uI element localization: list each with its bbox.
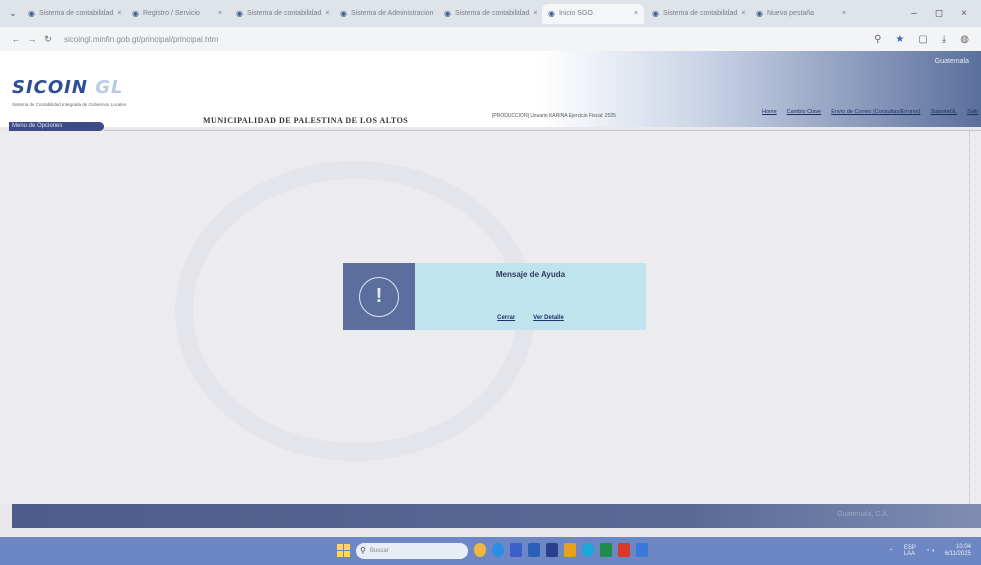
tray-chevron-icon[interactable]: ⌃	[889, 548, 894, 555]
close-tab-icon[interactable]: ×	[113, 10, 121, 17]
options-menu-button[interactable]: Menu de Opciones	[9, 122, 104, 131]
globe-icon: ◉	[444, 9, 451, 18]
globe-icon: ◉	[340, 9, 347, 18]
close-link[interactable]: Cerrar	[497, 315, 515, 321]
browser-tab[interactable]: ◉ Sistema de contabilidad ×	[438, 4, 540, 24]
tab-label: Inicio SGO	[558, 10, 593, 17]
close-tab-icon[interactable]: ×	[737, 10, 745, 17]
browser-tab-strip: ⌄ ◉ Sistema de contabilidad × ◉ Registro / …	[0, 0, 981, 27]
zoom-icon[interactable]: ⚲	[874, 34, 881, 45]
dialog-message: Existe un mensaje informativo, por favor…	[432, 283, 629, 289]
download-icon[interactable]: ⤓	[942, 34, 946, 45]
browser-app-icon[interactable]	[492, 543, 504, 557]
browser-tab[interactable]: ◉ Nueva pestaña ×	[750, 4, 852, 24]
close-tab-icon[interactable]: ×	[630, 10, 638, 17]
view-detail-link[interactable]: Ver Detalle	[533, 315, 564, 321]
bookmark-star-icon[interactable]: ★	[895, 34, 904, 45]
footer-text: Guatemala, C.A.	[837, 511, 889, 518]
reload-icon[interactable]: ↻	[40, 34, 56, 45]
tab-label: Sistema de contabilidad	[38, 10, 114, 17]
browser-tab-active[interactable]: ◉ Inicio SGO ×	[542, 3, 644, 24]
nav-home-link[interactable]: Home	[762, 109, 777, 115]
help-message-dialog: ! Mensaje de Ayuda Existe un mensaje inf…	[343, 263, 646, 330]
tab-label: Sistema de contabilidad	[454, 10, 530, 17]
back-icon[interactable]: ←	[8, 34, 24, 44]
browser-tab[interactable]: ◉ Sistema de contabilidad ×	[646, 4, 748, 24]
browser-tab[interactable]: ◉Sistema de Administracion×	[334, 4, 436, 24]
dialog-icon-panel: !	[343, 263, 415, 330]
language-indicator[interactable]: ESP LAA	[904, 545, 916, 557]
dialog-body: Mensaje de Ayuda Existe un mensaje infor…	[415, 263, 646, 330]
tab-label: Sistema de contabilidad	[662, 10, 738, 17]
close-tab-icon[interactable]: ×	[321, 10, 329, 17]
tab-label: Sistema de contabilidad	[246, 10, 322, 17]
search-icon: ⚲	[360, 546, 366, 555]
os-taskbar: ⚲ Buscar ⌃ ESP LAA ◔ ◖ 10:04 6/11/2025	[0, 537, 981, 565]
sicoin-logo: SICOIN GL	[12, 77, 124, 98]
tab-label: Registro / Servicio	[142, 10, 200, 17]
nav-support-link[interactable]: SoporteGL	[930, 109, 957, 115]
taskbar-clock[interactable]: 10:04 6/11/2025	[945, 544, 971, 558]
globe-icon: ◉	[756, 9, 763, 18]
municipality-title: MUNICIPALIDAD DE PALESTINA DE LOS ALTOS	[203, 116, 409, 125]
nav-send-email-link[interactable]: Envío de Correo (Consultas/Errores)	[831, 109, 920, 115]
close-tab-icon[interactable]: ×	[214, 10, 222, 17]
window-controls: – ◻ ×	[911, 8, 981, 19]
globe-icon: ◉	[28, 9, 35, 18]
windows-start-icon[interactable]	[337, 544, 350, 557]
logo-subtitle: Sistema de Contabilidad Integrada de Gob…	[12, 102, 127, 107]
browser-tab[interactable]: ◉ Sistema de contabilidad ×	[22, 4, 124, 24]
environment-info: [PRODUCCION] Usuario KARINA Ejercicio Fi…	[492, 113, 616, 119]
extensions-icon[interactable]: ▢	[918, 34, 927, 45]
edge-app-icon[interactable]	[582, 543, 594, 557]
dialog-actions: Cerrar Ver Detalle	[415, 315, 646, 321]
browser-tab[interactable]: ◉ Registro / Servicio ×	[126, 4, 228, 24]
app-header: SICOIN GL Sistema de Contabilidad Integr…	[0, 51, 981, 127]
store-app-icon[interactable]	[636, 543, 648, 557]
files-app-icon[interactable]	[510, 543, 522, 557]
nav-change-password-link[interactable]: Cambio Clave	[787, 109, 822, 115]
globe-icon: ◉	[548, 9, 555, 18]
profile-icon[interactable]: ◍	[960, 34, 969, 45]
tab-label: Sistema de Administracion	[350, 10, 434, 17]
close-tab-icon[interactable]: ×	[838, 10, 846, 17]
exclamation-icon: !	[359, 276, 399, 317]
minimize-icon[interactable]: –	[911, 8, 917, 19]
globe-icon: ◉	[652, 9, 659, 18]
word-app-icon[interactable]	[528, 543, 540, 557]
nav-logout-link[interactable]: Salir	[967, 109, 978, 115]
folder-app-icon[interactable]	[564, 543, 576, 557]
browser-tab[interactable]: ◉ Sistema de contabilidad ×	[230, 4, 332, 24]
widgets-icon[interactable]	[474, 543, 486, 557]
taskbar-search-input[interactable]: ⚲ Buscar	[356, 543, 468, 559]
close-tab-icon[interactable]: ×	[529, 10, 537, 17]
header-location: Guatemala	[934, 58, 969, 65]
tab-label: Nueva pestaña	[766, 10, 815, 17]
restore-icon[interactable]: ◻	[935, 8, 943, 19]
pdf-app-icon[interactable]	[618, 543, 630, 557]
system-tray: ⌃ ESP LAA ◔ ◖ 10:04 6/11/2025	[889, 544, 971, 558]
top-navigation: Home Cambio Clave Envío de Correo (Consu…	[762, 109, 978, 115]
close-tab-icon[interactable]: ×	[433, 10, 436, 17]
forward-icon[interactable]: →	[24, 34, 40, 44]
url-field[interactable]: sicoingl.minfin.gob.gt/principal/princip…	[64, 35, 218, 44]
wifi-volume-icon[interactable]: ◔ ◖	[926, 548, 935, 554]
address-bar-actions: ⚲ ★ ▢ ⤓ ◍	[874, 34, 981, 45]
scrollbar[interactable]	[969, 131, 973, 504]
globe-icon: ◉	[236, 9, 243, 18]
excel-app-icon[interactable]	[600, 543, 612, 557]
globe-icon: ◉	[132, 9, 139, 18]
close-window-icon[interactable]: ×	[961, 8, 967, 19]
dialog-title: Mensaje de Ayuda	[495, 270, 566, 279]
explorer-app-icon[interactable]	[546, 543, 558, 557]
address-bar: ← → ↻ sicoingl.minfin.gob.gt/principal/p…	[0, 27, 981, 51]
tab-list-chevron-icon[interactable]: ⌄	[6, 8, 20, 19]
app-footer: Guatemala, C.A.	[12, 504, 981, 528]
taskbar-apps	[474, 543, 648, 557]
